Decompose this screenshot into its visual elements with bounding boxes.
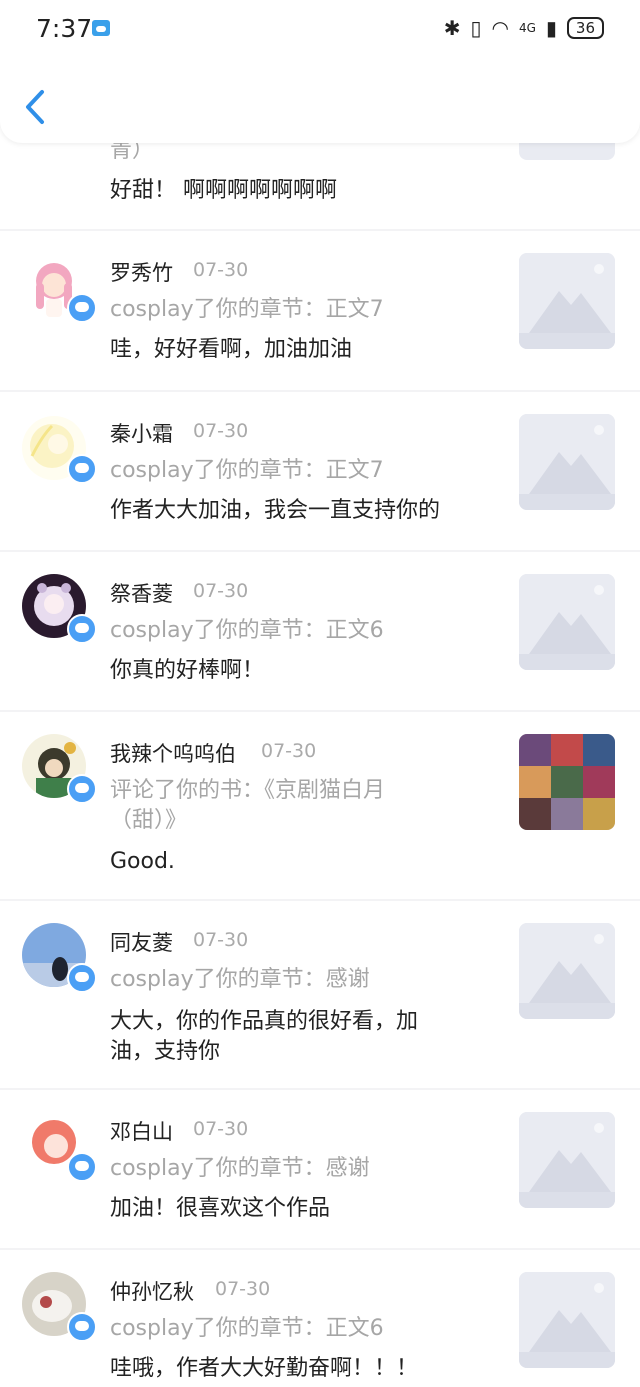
action-text: 评论了你的书：《京剧猫白月（甜）》: [110, 778, 386, 833]
status-time: 7:37: [36, 14, 93, 43]
user-name[interactable]: 邓白山: [110, 1116, 173, 1146]
list-item[interactable]: 邓白山 07-30 cosplay了你的章节：感谢 加油！很喜欢这个作品: [0, 1090, 640, 1248]
mountain-placeholder-icon: [519, 414, 615, 510]
chapter-thumbnail[interactable]: [519, 1272, 615, 1368]
comment-date: 07-30: [193, 1118, 249, 1140]
bluetooth-icon: ✱: [443, 16, 461, 40]
comment-text: 哇，好好看啊，加油加油: [110, 337, 353, 362]
system-icons: ✱ ▯ ◠ 4G ▮ 36: [444, 16, 604, 40]
list-item[interactable]: 秦小霜 07-30 cosplay了你的章节：正文7 作者大大加油，我会一直支持…: [0, 392, 640, 550]
action-text: cosplay了你的章节：感谢: [110, 967, 370, 992]
signal-icon: ▮: [545, 16, 557, 40]
comment-bubble-icon: [67, 1152, 97, 1182]
list-item[interactable]: 仲孙忆秋 07-30 cosplay了你的章节：正文6 哇哦，作者大大好勤奋啊！…: [0, 1250, 640, 1387]
status-bar: 7:37 ✱ ▯ ◠ 4G ▮ 36: [0, 0, 640, 60]
comment-date: 07-30: [193, 580, 249, 602]
comment-bubble-icon: [67, 774, 97, 804]
action-text: cosplay了你的章节：正文6: [110, 1316, 384, 1341]
chapter-thumbnail[interactable]: [519, 574, 615, 670]
comment-text: 好甜！ 啊啊啊啊啊啊啊: [110, 178, 337, 203]
vibrate-icon: ▯: [470, 16, 482, 40]
user-name[interactable]: 仲孙忆秋: [110, 1276, 194, 1306]
mountain-placeholder-icon: [519, 574, 615, 670]
book-cover-thumbnail[interactable]: [519, 734, 615, 830]
chapter-thumbnail[interactable]: [519, 414, 615, 510]
comment-date: 07-30: [193, 259, 249, 281]
comment-date: 07-30: [193, 420, 249, 442]
chapter-thumbnail[interactable]: [519, 253, 615, 349]
user-name[interactable]: 祭香菱: [110, 578, 173, 608]
comment-text: 你真的好棒啊！: [110, 658, 265, 683]
comment-bubble-icon: [67, 454, 97, 484]
chevron-left-icon: [26, 90, 44, 124]
comment-bubble-icon: [67, 963, 97, 993]
mountain-placeholder-icon: [519, 1272, 615, 1368]
comment-bubble-icon: [67, 1312, 97, 1342]
comment-text: 加油！很喜欢这个作品: [110, 1196, 331, 1221]
action-text: cosplay了你的章节：感谢: [110, 1156, 370, 1181]
list-item[interactable]: 我辣个呜呜伯 07-30 评论了你的书：《京剧猫白月（甜）》 Good.: [0, 712, 640, 899]
weather-icon: [92, 20, 110, 36]
mountain-placeholder-icon: [519, 253, 615, 349]
mountain-placeholder-icon: [519, 923, 615, 1019]
user-name[interactable]: 我辣个呜呜伯: [110, 738, 236, 768]
comment-bubble-icon: [67, 293, 97, 323]
mountain-placeholder-icon: [519, 1112, 615, 1208]
book-cover-image: [519, 734, 615, 830]
action-text: cosplay了你的章节：正文7: [110, 297, 384, 322]
comment-text: 哇哦，作者大大好勤奋啊！！！: [110, 1356, 419, 1381]
action-text: cosplay了你的章节：正文7: [110, 458, 384, 483]
action-text: cosplay了你的章节：正文6: [110, 618, 384, 643]
list-item[interactable]: 罗秀竹 07-30 cosplay了你的章节：正文7 哇，好好看啊，加油加油: [0, 231, 640, 390]
chapter-thumbnail[interactable]: [519, 923, 615, 1019]
comment-text: 作者大大加油，我会一直支持你的: [110, 498, 441, 523]
network-label: 4G: [518, 21, 536, 35]
comment-date: 07-30: [215, 1278, 271, 1300]
user-name[interactable]: 秦小霜: [110, 418, 173, 448]
user-name[interactable]: 同友菱: [110, 927, 173, 957]
list-item[interactable]: 祭香菱 07-30 cosplay了你的章节：正文6 你真的好棒啊！: [0, 552, 640, 710]
comment-bubble-icon: [67, 614, 97, 644]
wifi-icon: ◠: [491, 16, 509, 40]
back-button[interactable]: [18, 86, 54, 128]
comment-date: 07-30: [261, 740, 317, 762]
battery-icon: 36: [566, 17, 604, 39]
comment-text: 大大，你的作品真的很好看，加油，支持你: [110, 1009, 419, 1064]
chapter-thumbnail[interactable]: [519, 1112, 615, 1208]
user-name[interactable]: 罗秀竹: [110, 257, 173, 287]
comment-text: Good.: [110, 849, 175, 874]
comment-date: 07-30: [193, 929, 249, 951]
list-item[interactable]: 同友菱 07-30 cosplay了你的章节：感谢 大大，你的作品真的很好看，加…: [0, 901, 640, 1088]
